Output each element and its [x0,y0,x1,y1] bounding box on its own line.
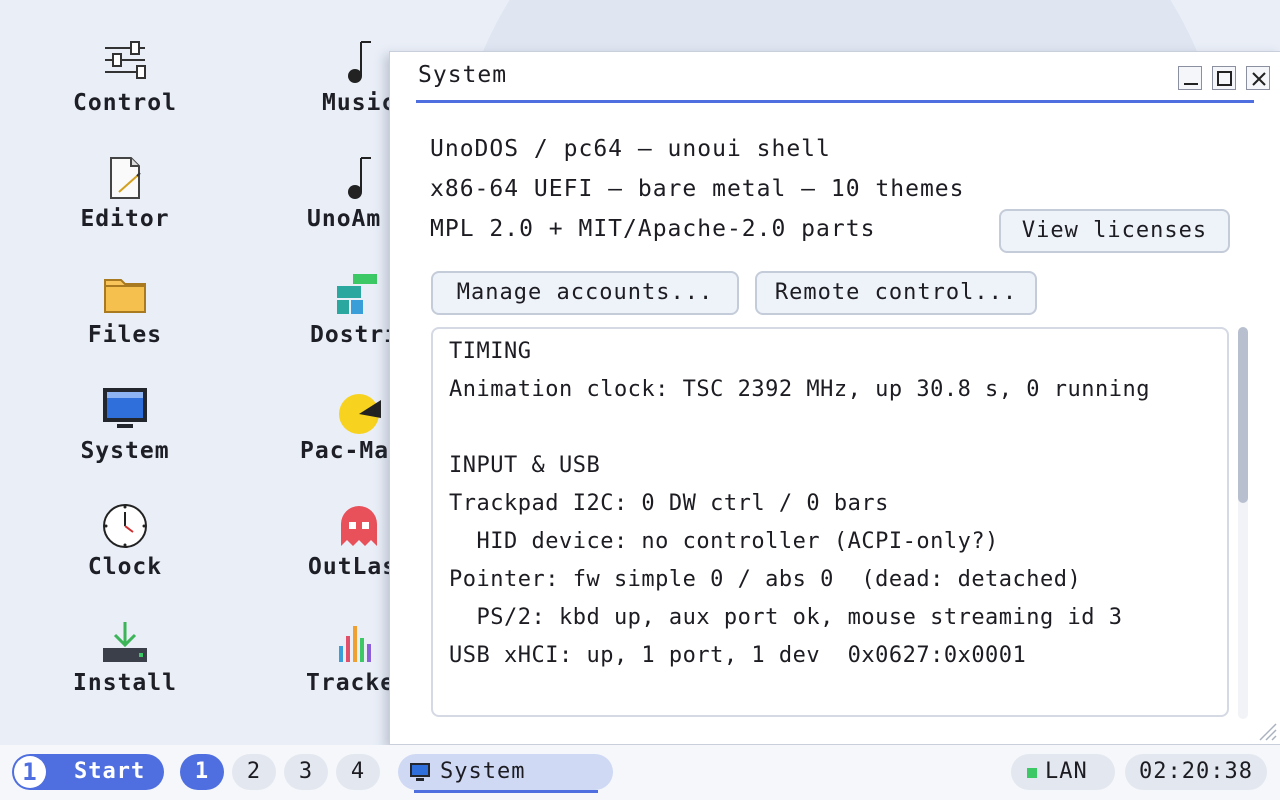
active-task-indicator [414,790,598,793]
desktop-icon-system[interactable]: System [60,376,190,486]
minimize-icon [1184,83,1198,85]
desktop-icon-control[interactable]: Control [60,28,190,138]
sliders-icon [105,41,146,79]
desktop-icon-editor[interactable]: Editor [60,144,190,254]
desktop-icon-label: System [80,438,170,464]
desktop-icon-files[interactable]: Files [60,260,190,370]
remote-control-button[interactable]: Remote control... [755,271,1037,315]
window-titlebar[interactable]: System [416,52,1270,103]
network-label: LAN [1045,759,1088,784]
desktop-icon-label: Files [87,322,163,348]
close-button[interactable] [1246,66,1270,90]
taskbar-task-system[interactable]: System [398,754,613,793]
system-info-text-panel[interactable]: TIMING Animation clock: TSC 2392 MHz, up… [431,327,1229,717]
view-licenses-button[interactable]: View licenses [999,209,1230,253]
pacman-icon [339,394,381,434]
text-line: Animation clock: TSC 2392 MHz, up 30.8 s… [449,377,1151,402]
task-label: System [440,759,526,784]
text-panel-scrollbar[interactable] [1238,327,1248,719]
equalizer-bars-icon [339,626,371,662]
maximize-icon [1217,71,1232,86]
desktop-icon-label: Clock [87,554,163,580]
workspace-2-button[interactable]: 2 [232,754,276,790]
desktop-icon-label: Editor [80,206,170,232]
text-line: Pointer: fw simple 0 / abs 0 (dead: deta… [449,567,1082,592]
monitor-icon [410,763,430,781]
music-note-icon [348,157,371,199]
desktop-icon-label: Control [73,90,177,116]
close-icon [1252,72,1266,86]
info-platform-line: x86-64 UEFI – bare metal – 10 themes [430,176,965,202]
network-status[interactable]: LAN [1011,754,1115,790]
clock-icon [103,504,147,548]
ghost-icon [341,506,377,546]
document-pen-icon [110,157,141,199]
network-status-dot [1027,768,1037,778]
scrollbar-thumb[interactable] [1238,327,1248,503]
falling-blocks-icon [337,274,377,314]
start-label: Start [74,759,146,784]
workspace-1-button[interactable]: 1 [180,754,224,790]
resize-grip-icon[interactable] [1256,720,1278,742]
info-os-line: UnoDOS / pc64 – unoui shell [430,136,831,162]
music-note-icon [348,41,371,83]
desktop-icon-install[interactable]: Install [60,608,190,718]
text-line: USB xHCI: up, 1 port, 1 dev 0x0627:0x000… [449,643,1027,668]
download-drive-icon [103,622,147,662]
workspace-3-button[interactable]: 3 [284,754,328,790]
monitor-icon [103,388,147,428]
maximize-button[interactable] [1212,66,1236,90]
text-line: TIMING [449,339,532,364]
desktop-icon-clock[interactable]: Clock [60,492,190,602]
start-button[interactable]: 1 Start [12,754,164,790]
minimize-button[interactable] [1178,66,1202,90]
taskbar-clock[interactable]: 02:20:38 [1125,754,1267,790]
window-title: System [418,62,508,88]
system-window: System UnoDOS / pc64 – unoui shell x86-6… [389,51,1280,745]
text-line: Trackpad I2C: 0 DW ctrl / 0 bars [449,491,889,516]
workspace-4-button[interactable]: 4 [336,754,380,790]
folder-icon [104,279,146,313]
text-line: HID device: no controller (ACPI-only?) [449,529,999,554]
desktop-icon-label: Install [73,670,177,696]
taskbar: 1 Start 1 2 3 4 System LAN 02:20:38 [0,745,1280,800]
manage-accounts-button[interactable]: Manage accounts... [431,271,739,315]
start-number-badge: 1 [14,756,46,788]
text-line: INPUT & USB [449,453,601,478]
info-license-line: MPL 2.0 + MIT/Apache-2.0 parts [430,216,876,242]
text-line: PS/2: kbd up, aux port ok, mouse streami… [449,605,1123,630]
